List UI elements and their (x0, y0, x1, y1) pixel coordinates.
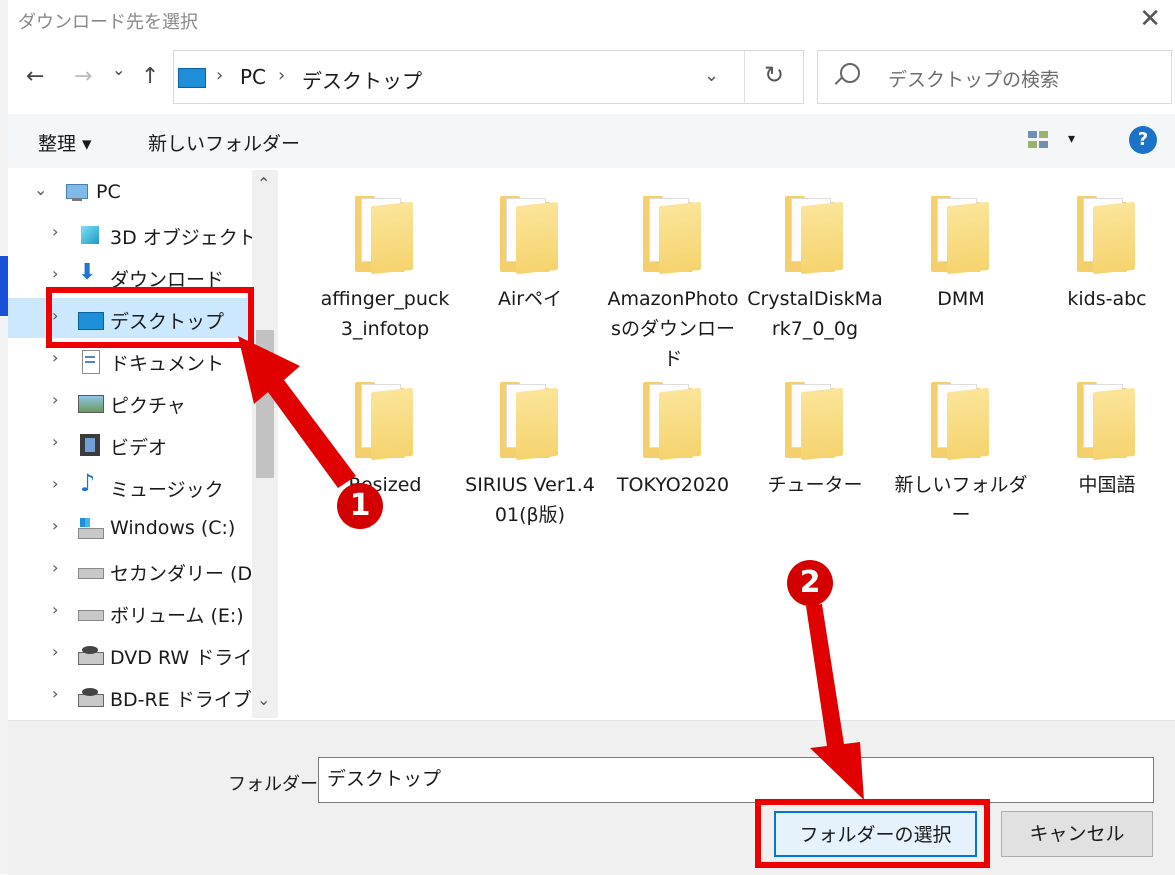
arrow-to-desktop (238, 336, 356, 488)
arrow-to-select-button (806, 604, 864, 800)
annotation-arrows (238, 336, 864, 800)
step-1-badge: 1 (337, 483, 383, 529)
step-2-badge: 2 (787, 560, 833, 606)
